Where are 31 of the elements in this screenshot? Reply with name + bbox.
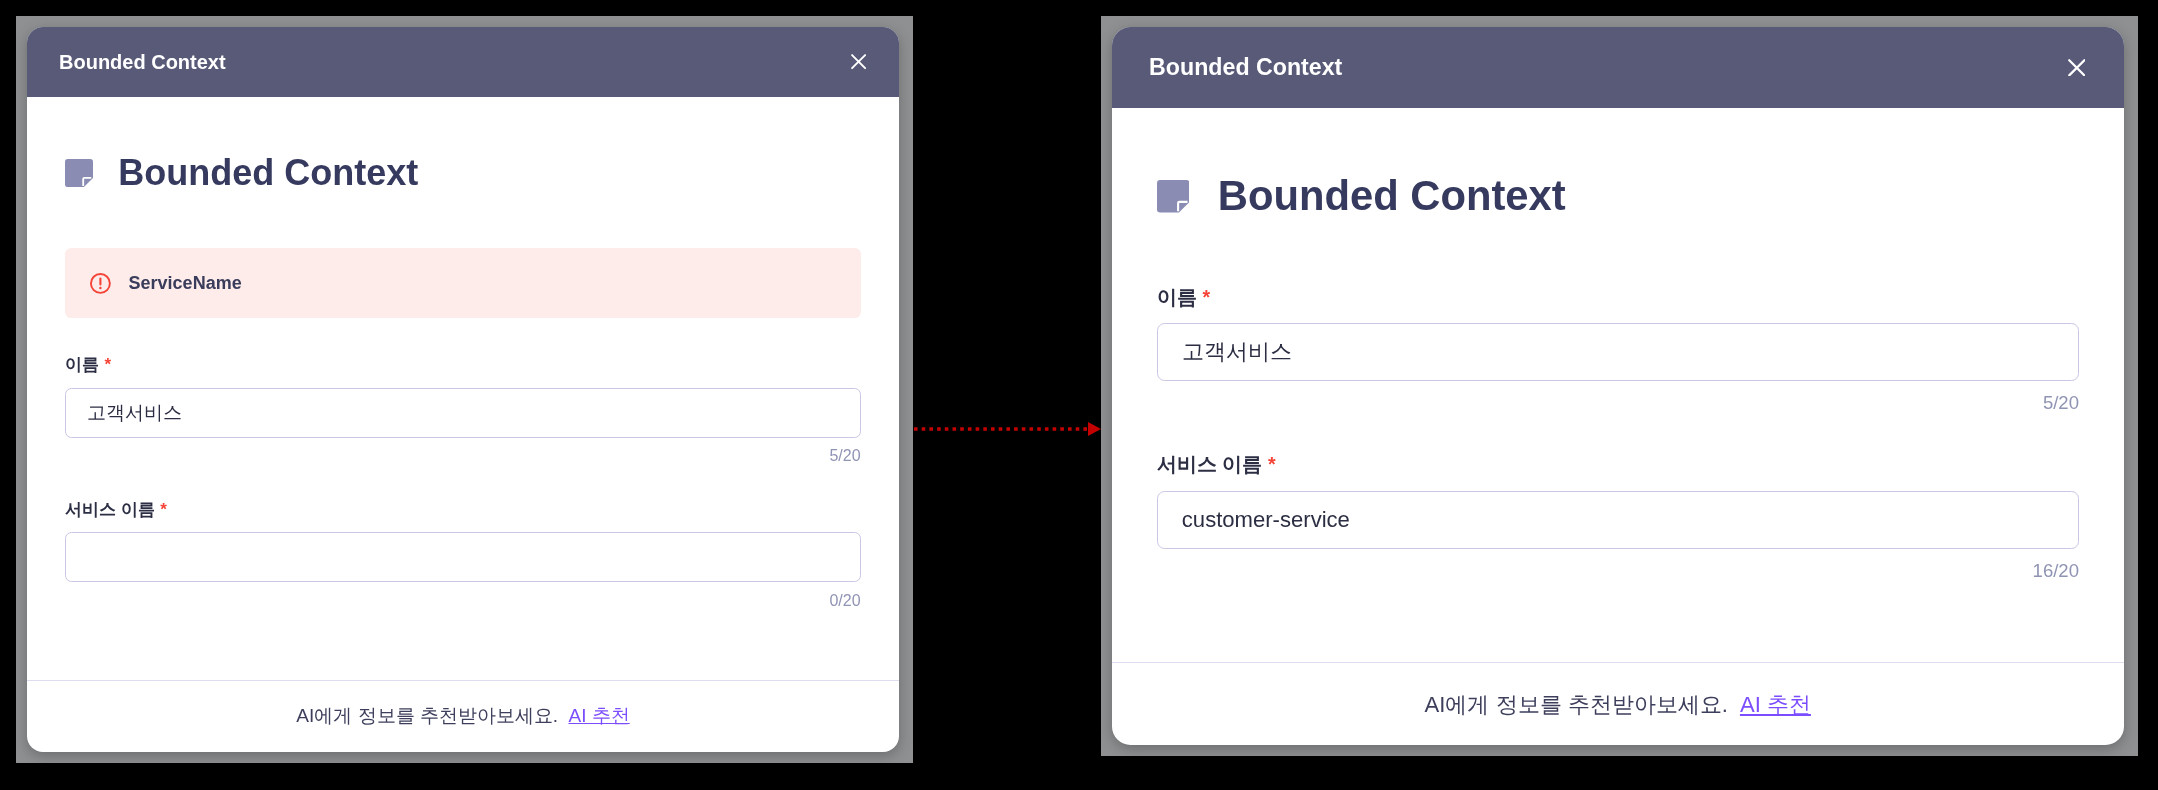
dialog-title: Bounded Context: [59, 50, 226, 74]
field-label: 이름: [1156, 284, 1197, 310]
dialog-title: Bounded Context: [1149, 53, 1343, 82]
field-label: 서비스 이름: [1156, 452, 1262, 478]
required-mark: *: [1202, 284, 1211, 310]
text-input[interactable]: 고객서비스: [65, 387, 861, 438]
sticky-note-icon: [1156, 180, 1189, 213]
footer-hint-text: AI에게 정보를 추천받아보세요.: [1424, 690, 1728, 719]
field-label: 서비스 이름: [65, 499, 156, 522]
character-counter: 0/20: [829, 590, 861, 611]
character-counter: 16/20: [2032, 558, 2079, 583]
ai-recommend-link[interactable]: AI 추천: [1739, 687, 1811, 721]
required-mark: *: [1267, 452, 1276, 478]
error-icon: [90, 272, 111, 294]
dialog-heading: Bounded Context: [118, 151, 419, 195]
footer-hint-text: AI에게 정보를 추천받아보세요.: [296, 703, 559, 728]
character-counter: 5/20: [829, 445, 861, 466]
field-label: 이름: [65, 354, 100, 377]
dialog-heading: Bounded Context: [1217, 171, 1566, 222]
sticky-note-icon: [65, 159, 94, 187]
alert-text: ServiceName: [128, 271, 242, 295]
character-counter: 5/20: [2042, 390, 2079, 415]
ai-recommend-link[interactable]: AI 추천: [568, 701, 630, 731]
close-icon: [851, 54, 867, 70]
text-input[interactable]: [65, 532, 861, 583]
required-mark: *: [160, 499, 167, 522]
required-mark: *: [104, 354, 112, 377]
text-input[interactable]: 고객서비스: [1156, 323, 2079, 382]
text-input[interactable]: customer-service: [1156, 491, 2079, 550]
close-button[interactable]: [848, 52, 869, 72]
close-icon: [2067, 58, 2086, 77]
